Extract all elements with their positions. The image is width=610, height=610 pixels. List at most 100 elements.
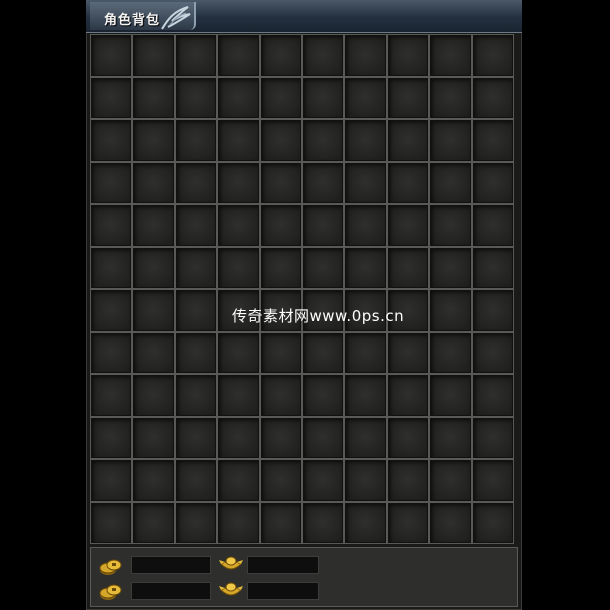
inventory-slot[interactable] xyxy=(132,246,175,289)
inventory-slot[interactable] xyxy=(344,459,387,502)
inventory-slot[interactable] xyxy=(217,161,260,204)
inventory-slot[interactable] xyxy=(259,416,302,459)
inventory-slot[interactable] xyxy=(90,119,133,162)
inventory-slot[interactable] xyxy=(301,119,345,162)
inventory-slot[interactable] xyxy=(344,331,387,374)
inventory-slot[interactable] xyxy=(259,246,302,289)
inventory-slot[interactable] xyxy=(259,374,302,417)
inventory-slot[interactable] xyxy=(217,246,260,289)
inventory-slot[interactable] xyxy=(174,204,218,247)
inventory-slot[interactable] xyxy=(132,161,175,204)
inventory-slot[interactable] xyxy=(471,34,514,77)
inventory-slot[interactable] xyxy=(429,161,472,204)
inventory-slot[interactable] xyxy=(90,289,133,332)
inventory-slot[interactable] xyxy=(344,34,387,77)
inventory-slot[interactable] xyxy=(471,246,514,289)
inventory-slot[interactable] xyxy=(259,119,302,162)
inventory-slot[interactable] xyxy=(344,204,387,247)
inventory-slot[interactable] xyxy=(429,76,472,119)
inventory-slot[interactable] xyxy=(259,331,302,374)
inventory-slot[interactable] xyxy=(174,374,218,417)
inventory-slot[interactable] xyxy=(471,416,514,459)
inventory-slot[interactable] xyxy=(132,76,175,119)
inventory-slot[interactable] xyxy=(259,501,302,544)
inventory-slot[interactable] xyxy=(259,459,302,502)
inventory-slot[interactable] xyxy=(429,34,472,77)
inventory-slot[interactable] xyxy=(471,374,514,417)
inventory-slot[interactable] xyxy=(217,119,260,162)
inventory-slot[interactable] xyxy=(174,76,218,119)
inventory-slot[interactable] xyxy=(471,289,514,332)
inventory-slot[interactable] xyxy=(132,331,175,374)
inventory-slot[interactable] xyxy=(386,416,430,459)
inventory-slot[interactable] xyxy=(344,501,387,544)
inventory-slot[interactable] xyxy=(386,204,430,247)
inventory-slot[interactable] xyxy=(132,459,175,502)
inventory-slot[interactable] xyxy=(429,204,472,247)
inventory-slot[interactable] xyxy=(174,119,218,162)
inventory-slot[interactable] xyxy=(301,246,345,289)
inventory-slot[interactable] xyxy=(217,204,260,247)
inventory-slot[interactable] xyxy=(344,416,387,459)
inventory-slot[interactable] xyxy=(132,374,175,417)
inventory-slot[interactable] xyxy=(132,119,175,162)
inventory-slot[interactable] xyxy=(301,331,345,374)
inventory-slot[interactable] xyxy=(174,161,218,204)
inventory-slot[interactable] xyxy=(429,119,472,162)
inventory-slot[interactable] xyxy=(301,34,345,77)
inventory-slot[interactable] xyxy=(471,331,514,374)
inventory-slot[interactable] xyxy=(386,501,430,544)
inventory-slot[interactable] xyxy=(90,374,133,417)
inventory-slot[interactable] xyxy=(301,204,345,247)
inventory-slot[interactable] xyxy=(471,459,514,502)
inventory-slot[interactable] xyxy=(301,501,345,544)
inventory-slot[interactable] xyxy=(429,459,472,502)
inventory-slot[interactable] xyxy=(90,459,133,502)
inventory-slot[interactable] xyxy=(132,204,175,247)
inventory-slot[interactable] xyxy=(132,34,175,77)
inventory-slot[interactable] xyxy=(259,34,302,77)
inventory-slot[interactable] xyxy=(471,161,514,204)
inventory-slot[interactable] xyxy=(429,374,472,417)
inventory-slot[interactable] xyxy=(90,416,133,459)
inventory-slot[interactable] xyxy=(217,459,260,502)
inventory-slot[interactable] xyxy=(217,416,260,459)
inventory-slot[interactable] xyxy=(344,161,387,204)
inventory-slot[interactable] xyxy=(386,161,430,204)
inventory-slot[interactable] xyxy=(174,416,218,459)
inventory-slot[interactable] xyxy=(174,34,218,77)
inventory-slot[interactable] xyxy=(90,331,133,374)
inventory-slot[interactable] xyxy=(301,161,345,204)
inventory-slot[interactable] xyxy=(132,289,175,332)
inventory-slot[interactable] xyxy=(217,374,260,417)
inventory-slot[interactable] xyxy=(471,501,514,544)
inventory-slot[interactable] xyxy=(174,331,218,374)
inventory-slot[interactable] xyxy=(217,76,260,119)
inventory-slot[interactable] xyxy=(259,161,302,204)
inventory-slot[interactable] xyxy=(132,501,175,544)
inventory-slot[interactable] xyxy=(217,34,260,77)
title-bar[interactable]: 角色背包 xyxy=(86,0,522,33)
inventory-slot[interactable] xyxy=(386,246,430,289)
inventory-slot[interactable] xyxy=(90,34,133,77)
inventory-slot[interactable] xyxy=(386,374,430,417)
inventory-slot[interactable] xyxy=(386,331,430,374)
inventory-slot[interactable] xyxy=(429,331,472,374)
inventory-slot[interactable] xyxy=(471,204,514,247)
inventory-slot[interactable] xyxy=(301,374,345,417)
inventory-slot[interactable] xyxy=(344,76,387,119)
inventory-slot[interactable] xyxy=(429,289,472,332)
inventory-slot[interactable] xyxy=(429,416,472,459)
inventory-slot[interactable] xyxy=(386,459,430,502)
inventory-slot[interactable] xyxy=(90,161,133,204)
inventory-slot[interactable] xyxy=(90,76,133,119)
inventory-slot[interactable] xyxy=(259,204,302,247)
inventory-slot[interactable] xyxy=(471,119,514,162)
inventory-slot[interactable] xyxy=(386,76,430,119)
inventory-slot[interactable] xyxy=(429,246,472,289)
inventory-slot[interactable] xyxy=(174,289,218,332)
inventory-slot[interactable] xyxy=(90,501,133,544)
inventory-slot[interactable] xyxy=(471,76,514,119)
inventory-slot[interactable] xyxy=(217,331,260,374)
inventory-slot[interactable] xyxy=(174,501,218,544)
